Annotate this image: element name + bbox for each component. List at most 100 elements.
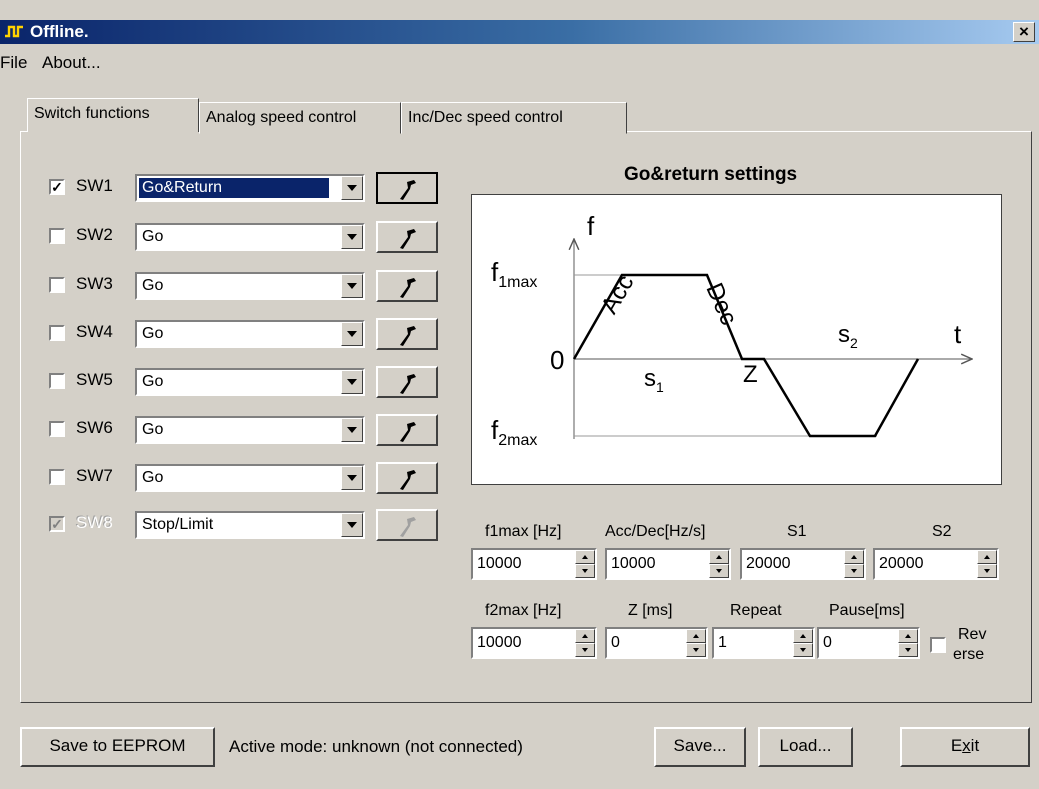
repeat-up-button[interactable] xyxy=(793,629,813,643)
f1max-down-button[interactable] xyxy=(575,564,595,578)
sw6-checkbox[interactable] xyxy=(49,421,65,437)
f1max-value: 10000 xyxy=(477,555,522,572)
sw7-mode-select[interactable]: Go xyxy=(135,464,365,492)
sw7-settings-button[interactable] xyxy=(376,462,438,494)
sw3-settings-button[interactable] xyxy=(376,270,438,302)
s2-input[interactable]: 20000 xyxy=(873,548,999,580)
repeat-down-button[interactable] xyxy=(793,643,813,657)
wrench-icon xyxy=(400,278,416,298)
s1-letter: s xyxy=(644,365,656,392)
f1max-input[interactable]: 10000 xyxy=(471,548,597,580)
s1-label: s1 xyxy=(644,365,664,395)
sw2-label: SW2 xyxy=(76,225,113,244)
s2-subscript: 2 xyxy=(850,334,858,351)
sw8-label: SW8 xyxy=(76,513,113,532)
tab-switch-functions[interactable]: Switch functions xyxy=(27,98,199,132)
exit-button[interactable]: Exit xyxy=(900,727,1030,767)
repeat-param-label: Repeat xyxy=(730,602,782,619)
s2-up-button[interactable] xyxy=(977,550,997,564)
sw5-mode-select[interactable]: Go xyxy=(135,368,365,396)
sw5-settings-button[interactable] xyxy=(376,366,438,398)
z-value: 0 xyxy=(611,634,620,651)
chevron-down-icon xyxy=(693,648,699,652)
sw3-dropdown-button[interactable] xyxy=(341,274,363,298)
sw4-settings-button[interactable] xyxy=(376,318,438,350)
sw8-mode-value: Stop/Limit xyxy=(142,516,214,533)
pause-input[interactable]: 0 xyxy=(817,627,920,659)
sw5-dropdown-button[interactable] xyxy=(341,370,363,394)
chevron-down-icon xyxy=(347,234,357,240)
s1-input[interactable]: 20000 xyxy=(740,548,866,580)
sw5-label: SW5 xyxy=(76,370,113,389)
sw2-settings-button[interactable] xyxy=(376,221,438,253)
sw4-mode-select[interactable]: Go xyxy=(135,320,365,348)
exit-label-start: E xyxy=(950,736,963,755)
sw6-mode-value: Go xyxy=(142,421,164,438)
sw6-settings-button[interactable] xyxy=(376,414,438,446)
sw8-mode-select[interactable]: Stop/Limit xyxy=(135,511,365,539)
check-icon: ✓ xyxy=(51,516,63,532)
chevron-down-icon xyxy=(800,648,806,652)
chevron-up-icon xyxy=(984,555,990,559)
pause-value: 0 xyxy=(823,634,832,651)
sw5-checkbox[interactable] xyxy=(49,373,65,389)
sw1-mode-select[interactable]: Go&Return xyxy=(135,174,365,202)
s1-up-button[interactable] xyxy=(844,550,864,564)
repeat-input[interactable]: 1 xyxy=(712,627,815,659)
sw1-dropdown-button[interactable] xyxy=(341,176,363,200)
sw4-checkbox[interactable] xyxy=(49,325,65,341)
load-button[interactable]: Load... xyxy=(758,727,853,767)
sw3-mode-value: Go xyxy=(142,277,164,294)
sw4-dropdown-button[interactable] xyxy=(341,322,363,346)
save-to-eeprom-button[interactable]: Save to EEPROM xyxy=(20,727,215,767)
sw1-settings-button[interactable] xyxy=(376,172,438,204)
wrench-icon xyxy=(400,517,416,537)
chevron-down-icon xyxy=(347,475,357,481)
f2max-subscript: 2max xyxy=(498,432,538,450)
f-axis-label: f xyxy=(587,211,595,241)
sw4-mode-value: Go xyxy=(142,325,164,342)
z-input[interactable]: 0 xyxy=(605,627,708,659)
sw7-checkbox[interactable] xyxy=(49,469,65,485)
f1max-up-button[interactable] xyxy=(575,550,595,564)
sw3-checkbox[interactable] xyxy=(49,277,65,293)
sw2-checkbox[interactable] xyxy=(49,228,65,244)
sw1-checkbox[interactable]: ✓ xyxy=(49,179,65,195)
f2max-down-button[interactable] xyxy=(575,643,595,657)
sw6-dropdown-button[interactable] xyxy=(341,418,363,442)
z-down-button[interactable] xyxy=(686,643,706,657)
pause-up-button[interactable] xyxy=(898,629,918,643)
menu-about[interactable]: About... xyxy=(42,53,101,73)
t-axis-label: t xyxy=(954,319,962,349)
close-button[interactable]: × xyxy=(1013,22,1035,42)
f2max-input[interactable]: 10000 xyxy=(471,627,597,659)
chevron-down-icon xyxy=(905,648,911,652)
s2-down-button[interactable] xyxy=(977,564,997,578)
chevron-up-icon xyxy=(693,634,699,638)
wrench-icon xyxy=(400,470,416,490)
reverse-checkbox[interactable] xyxy=(930,637,946,653)
z-up-button[interactable] xyxy=(686,629,706,643)
sw2-mode-select[interactable]: Go xyxy=(135,223,365,251)
chevron-up-icon xyxy=(905,634,911,638)
save-button[interactable]: Save... xyxy=(654,727,746,767)
f2max-up-button[interactable] xyxy=(575,629,595,643)
sw3-mode-select[interactable]: Go xyxy=(135,272,365,300)
f2max-label: f2max xyxy=(491,415,537,450)
menu-file[interactable]: File xyxy=(0,53,27,73)
s1-down-button[interactable] xyxy=(844,564,864,578)
sw2-dropdown-button[interactable] xyxy=(341,225,363,249)
sw6-mode-select[interactable]: Go xyxy=(135,416,365,444)
tab-incdec-speed-control[interactable]: Inc/Dec speed control xyxy=(401,102,627,134)
check-icon: ✓ xyxy=(51,179,63,195)
tab-analog-speed-control[interactable]: Analog speed control xyxy=(199,102,401,134)
sw3-label: SW3 xyxy=(76,274,113,293)
accdec-up-button[interactable] xyxy=(709,550,729,564)
sw7-dropdown-button[interactable] xyxy=(341,466,363,490)
sw5-mode-value: Go xyxy=(142,373,164,390)
chevron-down-icon xyxy=(347,283,357,289)
pause-down-button[interactable] xyxy=(898,643,918,657)
accdec-input[interactable]: 10000 xyxy=(605,548,731,580)
sw8-dropdown-button[interactable] xyxy=(341,513,363,537)
accdec-down-button[interactable] xyxy=(709,564,729,578)
